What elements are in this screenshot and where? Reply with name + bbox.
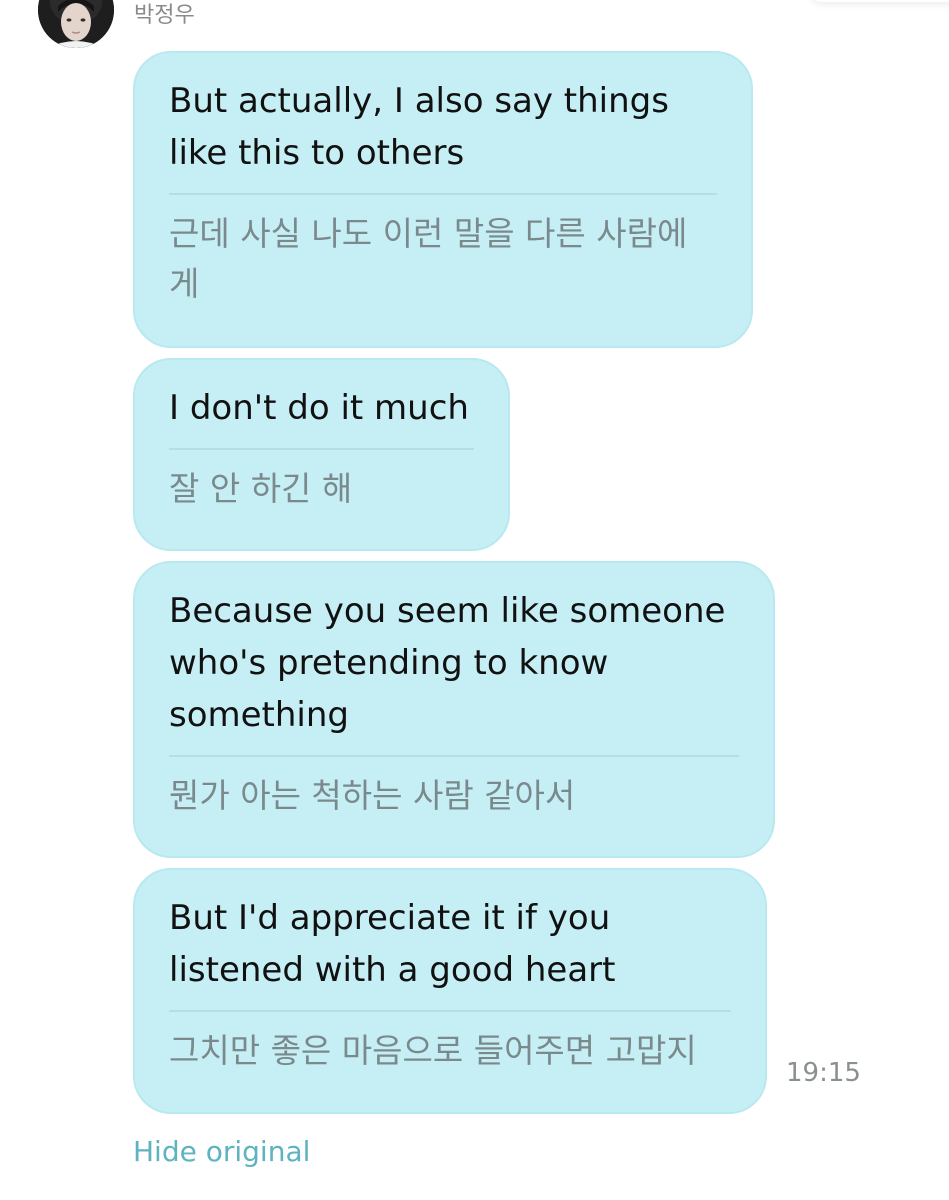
top-overlay-edge xyxy=(810,0,949,2)
message-timestamp: 19:15 xyxy=(786,1058,861,1088)
original-text: 근데 사실 나도 이런 말을 다른 사람에게 xyxy=(169,214,688,303)
original-text: 잘 안 하긴 해 xyxy=(169,469,353,508)
sender-name: 박정우 xyxy=(134,3,195,28)
sender-avatar[interactable] xyxy=(38,0,114,48)
message-bubble-3[interactable]: Because you seem like someone who's pret… xyxy=(133,561,775,858)
bubble-divider xyxy=(169,448,474,450)
translated-text: Because you seem like someone who's pret… xyxy=(169,591,726,735)
original-text: 뭔가 아는 척하는 사람 같아서 xyxy=(169,776,576,815)
bubble-divider xyxy=(169,193,717,195)
avatar-photo-icon xyxy=(38,0,114,48)
message-bubble-1[interactable]: But actually, I also say things like thi… xyxy=(133,51,753,348)
original-text: 그치만 좋은 마음으로 들어주면 고맙지 xyxy=(169,1031,697,1070)
translated-text: But actually, I also say things like thi… xyxy=(169,81,669,173)
bubble-divider xyxy=(169,755,739,757)
bubble-divider xyxy=(169,1010,731,1012)
translated-text: I don't do it much xyxy=(169,388,469,428)
message-bubble-4[interactable]: But I'd appreciate it if you listened wi… xyxy=(133,868,767,1114)
message-bubble-2[interactable]: I don't do it much 잘 안 하긴 해 xyxy=(133,358,510,551)
hide-original-link[interactable]: Hide original xyxy=(133,1134,310,1170)
translated-text: But I'd appreciate it if you listened wi… xyxy=(169,898,616,990)
